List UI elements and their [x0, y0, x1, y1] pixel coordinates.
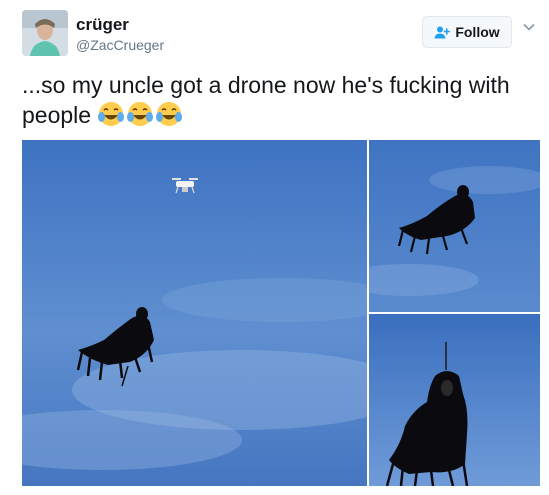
chevron-down-icon[interactable] [523, 23, 535, 31]
sky-photo [369, 314, 540, 486]
sky-photo [369, 140, 540, 312]
add-user-icon [434, 26, 451, 38]
face-with-tears-of-joy-icon [156, 102, 183, 126]
follow-button-label: Follow [455, 24, 500, 40]
avatar[interactable] [22, 10, 68, 56]
sky-photo [22, 140, 367, 486]
photo-dementor-closeup[interactable] [369, 314, 540, 486]
face-with-tears-of-joy-icon [127, 102, 154, 126]
tweet-header: crüger @ZacCrueger Follow [22, 10, 535, 58]
photo-drone-and-dementor[interactable] [22, 140, 367, 486]
tweet-text: ...so my uncle got a drone now he's fuck… [22, 70, 532, 130]
emoji-group [91, 102, 184, 128]
face-with-tears-of-joy-icon [98, 102, 125, 126]
photo-flying-dementor[interactable] [369, 140, 540, 312]
avatar-image [22, 10, 68, 56]
media-grid [22, 140, 540, 486]
follow-button[interactable]: Follow [422, 16, 512, 48]
display-name[interactable]: crüger [76, 15, 129, 35]
user-handle[interactable]: @ZacCrueger [76, 37, 164, 53]
